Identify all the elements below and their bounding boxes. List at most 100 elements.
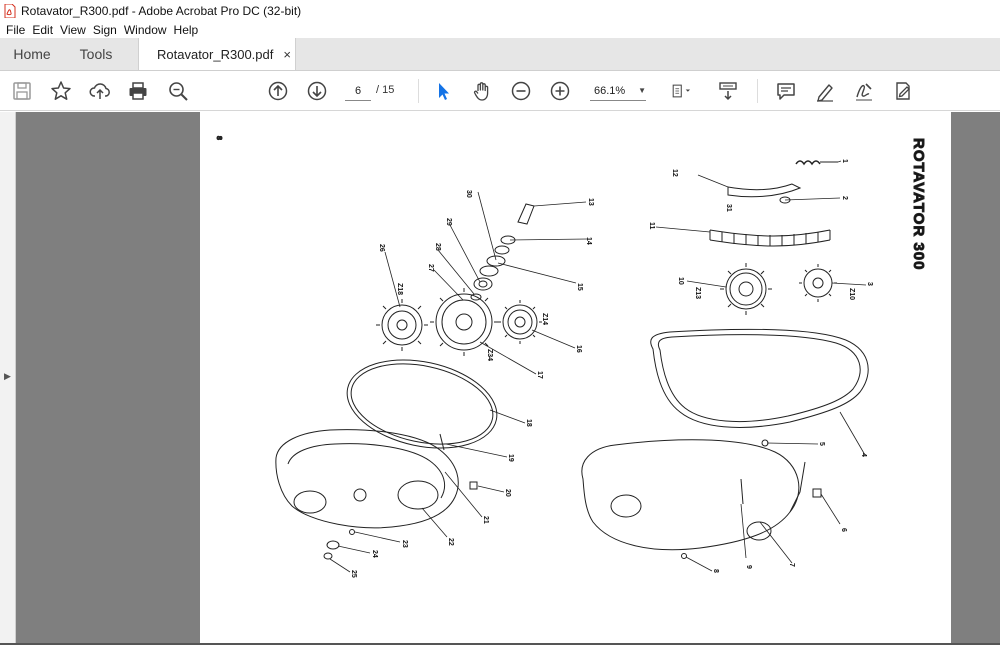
part-nut — [681, 553, 687, 559]
label-part-20: 20 — [504, 489, 511, 497]
label-part-8: 8 — [712, 569, 719, 573]
pdf-page: ROTAVATOR 300 8 1 2 3 4 5 6 7 8 9 10 11 … — [200, 112, 951, 645]
toolbar-divider — [418, 79, 419, 103]
part-breather — [469, 481, 478, 490]
label-part-6: 6 — [840, 528, 847, 532]
exploded-parts-diagram: ROTAVATOR 300 8 1 2 3 4 5 6 7 8 9 10 11 … — [215, 136, 928, 578]
label-part-27: 27 — [427, 264, 434, 272]
print-icon[interactable] — [127, 80, 149, 102]
label-part-24: 24 — [371, 550, 378, 558]
page-number-input[interactable] — [345, 81, 371, 101]
menu-bar: File Edit View Sign Window Help — [0, 21, 1000, 38]
part-sprocket-z13 — [720, 263, 772, 315]
tab-home[interactable]: Home — [0, 38, 64, 70]
part-screw — [740, 478, 744, 505]
menu-file[interactable]: File — [4, 23, 30, 37]
part-shaft — [517, 203, 535, 225]
label-part-2: 2 — [841, 196, 848, 200]
menu-view[interactable]: View — [58, 23, 91, 37]
tab-document-label: Rotavator_R300.pdf — [157, 46, 274, 62]
leader-lines — [329, 160, 867, 573]
label-part-9: 9 — [745, 565, 752, 569]
document-viewport[interactable]: ▶ ROTAVATOR 300 8 1 2 3 4 5 6 7 8 9 10 1… — [0, 112, 1000, 645]
label-part-15: 15 — [576, 283, 583, 291]
menu-sign[interactable]: Sign — [91, 23, 122, 37]
bookmark-star-icon[interactable] — [50, 80, 72, 102]
tab-tools[interactable]: Tools — [64, 38, 128, 70]
part-chain — [709, 229, 831, 247]
page-up-icon[interactable] — [267, 80, 289, 102]
part-plug — [812, 488, 822, 498]
label-part-25: 25 — [350, 570, 357, 578]
label-z18: Z18 — [396, 283, 403, 295]
upload-icon[interactable] — [89, 80, 111, 102]
tab-bar: Home Tools Rotavator_R300.pdf × — [0, 38, 1000, 71]
part-spring — [795, 160, 838, 166]
part-gasket — [650, 328, 869, 428]
tab-close-icon[interactable]: × — [283, 47, 291, 62]
label-part-16: 16 — [575, 345, 582, 353]
right-gutter — [952, 112, 1000, 645]
menu-help[interactable]: Help — [172, 23, 204, 37]
menu-window[interactable]: Window — [122, 23, 172, 37]
label-part-22: 22 — [447, 538, 454, 546]
label-part-17: 17 — [536, 371, 543, 379]
label-part-28: 28 — [434, 243, 441, 251]
part-drain-washer — [326, 540, 340, 550]
part-fixing-bolt — [439, 433, 445, 451]
menu-edit[interactable]: Edit — [30, 23, 58, 37]
label-part-11: 11 — [648, 222, 655, 230]
label-part-7: 7 — [788, 563, 795, 567]
label-part-19: 19 — [507, 454, 514, 462]
part-gear-z18 — [376, 299, 428, 351]
expand-pane-icon[interactable]: ▶ — [4, 371, 11, 382]
label-part-5: 5 — [818, 442, 825, 446]
sign-icon[interactable] — [853, 80, 875, 102]
left-navigation-pane[interactable]: ▶ — [0, 112, 16, 645]
label-part-12: 12 — [671, 169, 678, 177]
document-title: ROTAVATOR 300 — [910, 138, 927, 270]
acrobat-pdf-icon — [4, 3, 16, 18]
hand-icon[interactable] — [471, 80, 493, 102]
part-sprocket-z10 — [799, 264, 837, 302]
label-part-31: 31 — [725, 204, 732, 212]
part-gear-z34 — [430, 288, 498, 356]
zoom-in-icon[interactable] — [549, 80, 571, 102]
label-z13: Z13 — [694, 287, 701, 299]
part-small-nut — [349, 529, 355, 535]
label-part-18: 18 — [525, 419, 532, 427]
label-part-23: 23 — [401, 540, 408, 548]
zoom-level-value: 66.1% — [594, 84, 626, 97]
label-part-26: 26 — [378, 244, 385, 252]
zoom-out-icon[interactable] — [510, 80, 532, 102]
label-z34: Z34 — [486, 349, 493, 361]
label-part-13: 13 — [587, 198, 594, 206]
select-arrow-icon[interactable] — [432, 80, 454, 102]
chevron-down-icon: ▼ — [638, 86, 646, 95]
label-part-21: 21 — [482, 516, 489, 524]
fill-sign-icon[interactable] — [892, 80, 914, 102]
zoom-search-icon[interactable] — [167, 80, 189, 102]
window-title: Rotavator_R300.pdf - Adobe Acrobat Pro D… — [21, 3, 302, 18]
label-part-4: 4 — [860, 453, 867, 457]
fit-page-icon[interactable] — [667, 80, 697, 102]
page-number-mark: 8 — [215, 136, 222, 140]
label-part-14: 14 — [585, 237, 592, 245]
highlight-pen-icon[interactable] — [814, 80, 836, 102]
tab-document[interactable]: Rotavator_R300.pdf × — [138, 38, 296, 70]
label-part-29: 29 — [445, 218, 452, 226]
page-total: / 15 — [376, 84, 395, 96]
label-part-30: 30 — [465, 190, 472, 198]
toolbar-divider — [757, 79, 758, 103]
comment-icon[interactable] — [775, 80, 797, 102]
title-bar: Rotavator_R300.pdf - Adobe Acrobat Pro D… — [0, 0, 1000, 21]
part-tensioner-arm — [727, 183, 802, 198]
label-part-10: 10 — [677, 277, 684, 285]
label-z14: Z14 — [541, 313, 548, 325]
part-gearbox-cover — [581, 439, 800, 551]
page-down-icon[interactable] — [306, 80, 328, 102]
save-icon[interactable] — [11, 80, 33, 102]
label-z10: Z10 — [848, 288, 855, 300]
zoom-level-select[interactable]: 66.1% ▼ — [590, 81, 646, 101]
scroll-mode-icon[interactable] — [717, 80, 739, 102]
